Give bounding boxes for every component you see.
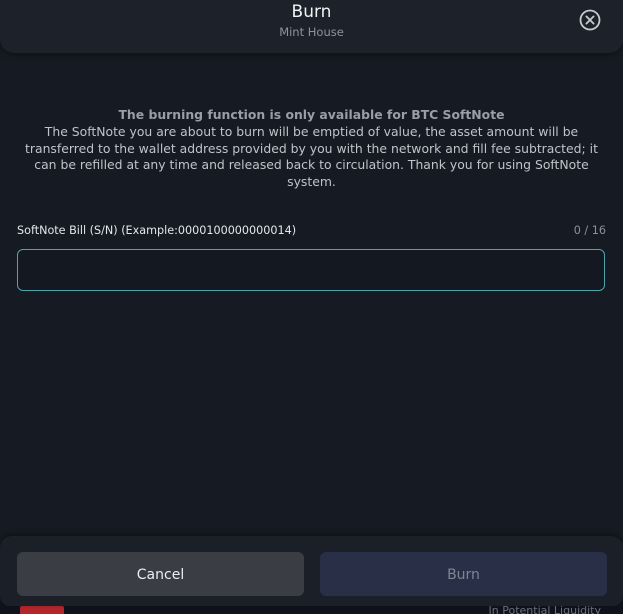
close-button[interactable]	[579, 9, 601, 31]
burn-notice: The burning function is only available f…	[14, 107, 609, 191]
background-logo	[20, 606, 64, 614]
modal-subtitle: Mint House	[279, 25, 344, 39]
burn-button[interactable]: Burn	[320, 552, 607, 596]
notice-body: The SoftNote you are about to burn will …	[25, 123, 598, 190]
modal-header: Burn Mint House	[0, 0, 623, 53]
modal-footer: Cancel Burn	[0, 536, 623, 606]
page: In Potential Liquidity Burn Mint House T…	[0, 0, 623, 614]
serial-number-input[interactable]	[17, 249, 605, 291]
burn-modal: Burn Mint House The burning function is …	[0, 0, 623, 606]
cancel-button[interactable]: Cancel	[17, 552, 304, 596]
modal-title: Burn	[291, 2, 332, 22]
notice-heading: The burning function is only available f…	[118, 107, 505, 122]
serial-field-counter: 0 / 16	[573, 224, 606, 237]
close-circle-icon	[579, 9, 601, 31]
serial-field-label: SoftNote Bill (S/N) (Example:00001000000…	[17, 224, 297, 237]
